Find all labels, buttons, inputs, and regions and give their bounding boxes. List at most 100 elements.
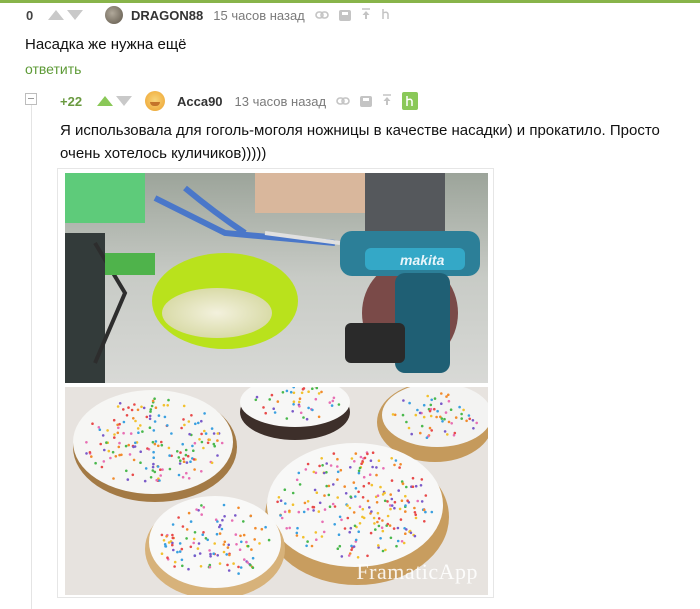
sprinkle-dot: [413, 511, 417, 514]
sprinkle-dot: [307, 406, 310, 410]
sprinkle-dot: [357, 469, 361, 473]
arrow-up-icon[interactable]: [382, 94, 392, 108]
sprinkle-dot: [254, 398, 258, 402]
sprinkle-dot: [184, 453, 188, 457]
sprinkle-dot: [390, 457, 394, 460]
comment-author[interactable]: Acca90: [177, 94, 223, 109]
comment-author[interactable]: DRAGON88: [131, 8, 203, 23]
sprinkle-dot: [130, 408, 134, 412]
save-icon[interactable]: [338, 9, 351, 21]
sprinkle-dot: [358, 466, 362, 470]
sprinkle-dot: [306, 500, 310, 503]
sprinkle-dot: [189, 460, 192, 463]
sprinkle-dot: [178, 462, 182, 465]
sprinkle-dot: [225, 553, 228, 556]
link-icon[interactable]: [314, 9, 329, 22]
top-accent-line: [0, 0, 700, 3]
sprinkle-dot: [307, 390, 310, 393]
sprinkle-dot: [393, 506, 396, 510]
comment-time[interactable]: 13 часов назад: [235, 94, 327, 109]
sprinkle-dot: [226, 546, 230, 549]
sprinkle-dot: [430, 510, 434, 514]
sprinkle-dot: [350, 544, 353, 548]
sprinkle-dot: [239, 534, 242, 538]
sprinkle-dot: [185, 461, 189, 464]
sprinkle-dot: [102, 460, 106, 463]
sprinkle-dot: [336, 547, 340, 550]
sprinkle-dot: [298, 405, 301, 408]
sprinkle-dot: [209, 552, 212, 556]
reply-link[interactable]: ответить: [25, 61, 81, 77]
sprinkle-dot: [185, 528, 189, 531]
sprinkle-dot: [216, 554, 219, 557]
sprinkle-dot: [475, 421, 479, 425]
sprinkle-dot: [267, 538, 271, 542]
sprinkle-dot: [101, 434, 105, 437]
hide-icon[interactable]: [381, 8, 391, 22]
sprinkle-dot: [172, 548, 175, 552]
sprinkle-dot: [471, 419, 475, 422]
sprinkle-dot: [352, 481, 356, 484]
sprinkle-dot: [97, 426, 101, 429]
sprinkle-dot: [398, 466, 401, 469]
link-icon[interactable]: [336, 95, 350, 108]
sprinkle-dot: [152, 456, 155, 459]
mixer-bowl-photo[interactable]: makita: [65, 173, 488, 383]
sprinkle-dot: [401, 413, 405, 417]
sprinkle-dot: [216, 454, 219, 457]
sprinkle-dot: [311, 505, 315, 509]
sprinkle-dot: [179, 459, 182, 462]
sprinkle-dot: [210, 461, 214, 465]
sprinkle-dot: [390, 497, 394, 501]
sprinkle-dot: [370, 510, 373, 513]
sprinkle-dot: [302, 510, 306, 514]
sprinkle-dot: [94, 461, 97, 465]
sprinkle-dot: [111, 450, 115, 454]
sprinkle-dot: [353, 524, 357, 528]
sprinkle-dot: [171, 543, 174, 547]
sprinkle-dot: [419, 484, 423, 487]
sprinkle-dot: [332, 452, 336, 455]
sprinkle-dot: [249, 514, 253, 518]
sprinkle-dot: [349, 466, 352, 469]
thread-line[interactable]: [31, 104, 32, 609]
sprinkle-dot: [178, 550, 182, 553]
vote-up-icon[interactable]: [97, 96, 113, 106]
sprinkle-dot: [277, 496, 281, 499]
sprinkle-dot: [440, 392, 443, 395]
sprinkle-dot: [332, 483, 335, 486]
save-icon[interactable]: [360, 95, 373, 107]
vote-down-icon[interactable]: [116, 96, 132, 106]
sprinkle-dot: [167, 446, 171, 450]
pin-icon[interactable]: [402, 92, 419, 110]
sprinkle-dot: [303, 501, 307, 505]
sprinkle-dot: [373, 522, 376, 525]
vote-up-icon[interactable]: [48, 10, 64, 20]
sprinkle-dot: [105, 441, 108, 444]
sprinkle-dot: [180, 426, 183, 430]
sprinkle-dot: [379, 485, 382, 489]
sprinkle-dot: [384, 548, 387, 552]
sprinkle-dot: [177, 456, 181, 459]
avatar[interactable]: [105, 6, 123, 24]
vote-down-icon[interactable]: [67, 10, 83, 20]
sprinkle-dot: [405, 528, 408, 531]
sprinkle-dot: [354, 538, 358, 542]
comment-time[interactable]: 15 часов назад: [213, 8, 305, 23]
sprinkle-dot: [134, 441, 137, 445]
sprinkle-dot: [151, 440, 155, 444]
sprinkle-dot: [440, 417, 444, 420]
sprinkle-dot: [368, 506, 371, 509]
sprinkle-dot: [168, 454, 171, 457]
sprinkle-dot: [243, 558, 246, 561]
sprinkle-dot: [295, 534, 299, 537]
sprinkle-dot: [337, 403, 341, 406]
sprinkle-dot: [213, 444, 216, 448]
sprinkle-dot: [414, 516, 418, 520]
avatar[interactable]: [145, 91, 165, 111]
sprinkle-dot: [216, 432, 220, 435]
kulich-cakes-photo[interactable]: FramaticApp: [65, 387, 488, 595]
sprinkle-dot: [444, 411, 448, 414]
sprinkle-dot: [112, 477, 115, 480]
arrow-up-icon[interactable]: [361, 8, 371, 22]
